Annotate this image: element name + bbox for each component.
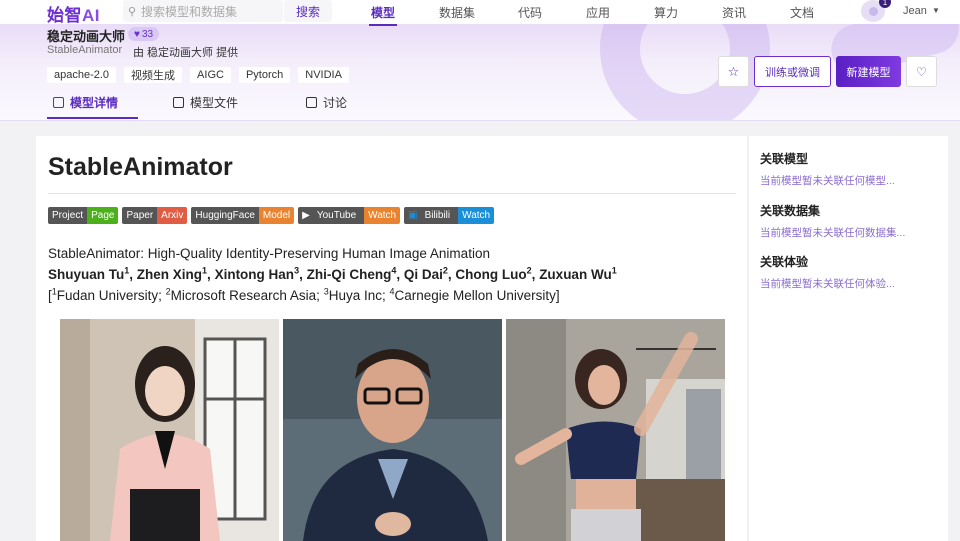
- nav-item-models[interactable]: 模型: [368, 4, 398, 26]
- youtube-icon: ▶: [302, 210, 310, 221]
- like-count: 33: [141, 28, 154, 40]
- tab-discussion[interactable]: 讨论: [306, 94, 347, 111]
- author: Zhen Xing1,: [136, 265, 215, 282]
- nav-item-docs[interactable]: 文档: [790, 4, 814, 21]
- nav-item-code[interactable]: 代码: [518, 4, 542, 21]
- author: Shuyuan Tu1,: [48, 265, 137, 282]
- train-button[interactable]: 训练或微调: [754, 56, 831, 87]
- affiliation-list: [1Fudan University; 2Microsoft Research …: [48, 286, 560, 303]
- author: Zuxuan Wu1: [539, 265, 617, 282]
- related-models-heading: 关联模型: [760, 152, 809, 166]
- divider: [48, 193, 736, 194]
- related-demos-heading: 关联体验: [760, 255, 809, 269]
- chat-icon: [306, 97, 317, 108]
- badge-huggingface[interactable]: HuggingFace Model: [191, 207, 295, 224]
- star-icon: ☆: [727, 63, 740, 79]
- document-icon: [53, 97, 64, 108]
- author: Xintong Han3,: [214, 265, 307, 282]
- badge-bilibili[interactable]: ▣ Bilibili Watch: [404, 207, 495, 224]
- heart-icon: ♡: [916, 64, 927, 79]
- top-nav: 始智AI ⚲ 搜索模型和数据集 搜索 模型 数据集 代码 应用 算力 资讯 文档…: [0, 0, 960, 26]
- new-model-button[interactable]: 新建模型: [836, 56, 901, 87]
- tag-list: apache-2.0 视频生成 AIGC Pytorch NVIDIA: [47, 67, 349, 83]
- like-badge[interactable]: ♥ 33: [128, 27, 160, 41]
- search-button[interactable]: 搜索: [284, 0, 332, 22]
- readme-heading: StableAnimator: [48, 153, 233, 181]
- readme-card: StableAnimator Project Page Paper Arxiv Hu…: [36, 136, 747, 541]
- badge-paper[interactable]: Paper Arxiv: [122, 207, 188, 224]
- tab-model-details[interactable]: 模型详情: [53, 94, 118, 111]
- author-list: Shuyuan Tu1, Zhen Xing1, Xintong Han3, Z…: [48, 265, 617, 282]
- author: Qi Dai2,: [403, 265, 456, 282]
- active-tab-indicator: [47, 117, 138, 119]
- search-input[interactable]: ⚲ 搜索模型和数据集: [123, 0, 283, 22]
- related-datasets-empty: 当前模型暂未关联任何数据集...: [760, 227, 906, 239]
- demo-image-man-portrait: [283, 319, 502, 541]
- user-icon: [868, 6, 878, 16]
- tab-model-files[interactable]: 模型文件: [173, 94, 238, 111]
- search-icon: ⚲: [127, 5, 137, 18]
- author: Chong Luo2,: [455, 265, 540, 282]
- model-id: StableAnimator: [47, 44, 123, 56]
- nav-item-news[interactable]: 资讯: [722, 4, 746, 21]
- related-models-empty: 当前模型暂未关联任何模型...: [760, 175, 895, 187]
- notification-badge[interactable]: 1: [879, 0, 891, 8]
- site-logo[interactable]: 始智AI: [47, 1, 100, 26]
- tag-framework[interactable]: Pytorch: [238, 67, 291, 83]
- badge-row: Project Page Paper Arxiv HuggingFace Model …: [48, 207, 495, 224]
- model-header: 稳定动画大师 ♥ 33 StableAnimator 由 稳定动画大师 提供 ap…: [0, 24, 960, 121]
- paper-title: StableAnimator: High-Quality Identity-Pr…: [48, 246, 490, 261]
- demo-image-woman-dancing: [60, 319, 279, 541]
- demo-image-woman-kitchen: [506, 319, 725, 541]
- nav-item-datasets[interactable]: 数据集: [439, 4, 475, 21]
- nav-item-compute[interactable]: 算力: [654, 4, 678, 21]
- tag-license[interactable]: apache-2.0: [47, 67, 117, 83]
- badge-project[interactable]: Project Page: [48, 207, 119, 224]
- search-placeholder: 搜索模型和数据集: [141, 4, 238, 19]
- bilibili-icon: ▣: [408, 210, 418, 221]
- chevron-down-icon[interactable]: ▼: [932, 6, 940, 15]
- username[interactable]: Jean: [903, 5, 927, 17]
- model-title: 稳定动画大师: [47, 29, 126, 44]
- favorite-button[interactable]: ♡: [906, 56, 937, 87]
- related-demos-empty: 当前模型暂未关联任何体验...: [760, 278, 895, 290]
- tag-aigc[interactable]: AIGC: [190, 67, 231, 83]
- folder-icon: [173, 97, 184, 108]
- badge-youtube[interactable]: ▶ YouTube Watch: [298, 207, 401, 224]
- model-provider: 由 稳定动画大师 提供: [133, 47, 239, 59]
- star-button[interactable]: ☆: [718, 56, 749, 87]
- author: Zhi-Qi Cheng4,: [306, 265, 404, 282]
- tag-task[interactable]: 视频生成: [124, 67, 183, 83]
- tag-vendor[interactable]: NVIDIA: [298, 67, 349, 83]
- like-icon: ♥: [134, 28, 140, 40]
- nav-item-apps[interactable]: 应用: [586, 4, 610, 21]
- related-sidebar: 关联模型 当前模型暂未关联任何模型... 关联数据集 当前模型暂未关联任何数据集…: [749, 136, 948, 541]
- related-datasets-heading: 关联数据集: [760, 204, 821, 218]
